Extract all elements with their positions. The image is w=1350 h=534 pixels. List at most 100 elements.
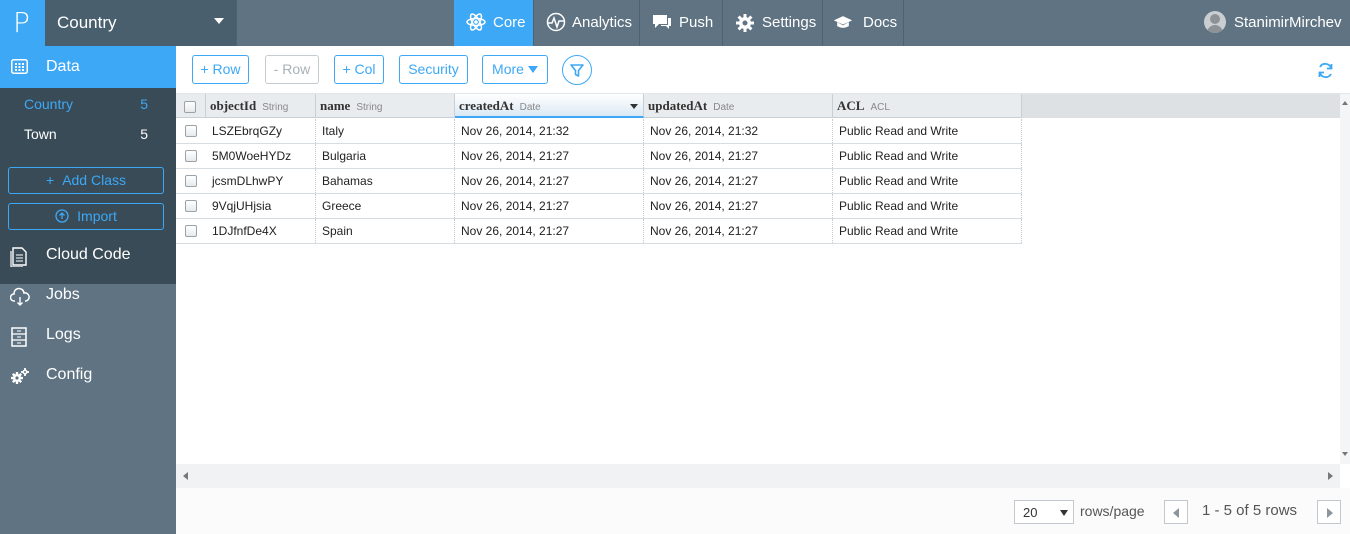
scroll-up-arrow-icon[interactable]	[1342, 101, 1348, 105]
scroll-right-arrow-icon[interactable]	[1328, 472, 1333, 480]
cell-updatedat[interactable]: Nov 26, 2014, 21:27	[644, 194, 833, 218]
row-checkbox[interactable]	[185, 200, 197, 212]
row-checkbox[interactable]	[185, 125, 197, 137]
horizontal-scrollbar[interactable]	[176, 464, 1340, 488]
class-item-town[interactable]: Town 5	[0, 119, 176, 149]
sidebar-item-jobs[interactable]: Jobs	[0, 277, 176, 317]
cell-acl[interactable]: Public Read and Write	[833, 194, 1022, 218]
cell-createdat[interactable]: Nov 26, 2014, 21:32	[455, 119, 644, 143]
more-button[interactable]: More	[482, 55, 548, 84]
divider	[236, 0, 237, 46]
column-header-acl[interactable]: ACL ACL	[833, 94, 1022, 118]
row-checkbox[interactable]	[185, 150, 197, 162]
nav-tab-settings[interactable]: Settings	[723, 0, 822, 46]
column-header-createdat[interactable]: createdAt Date	[455, 94, 644, 118]
scroll-left-arrow-icon[interactable]	[183, 472, 188, 480]
sidebar-item-config[interactable]: Config	[0, 357, 176, 397]
column-type: Date	[519, 102, 541, 113]
cell-updatedat[interactable]: Nov 26, 2014, 21:27	[644, 169, 833, 193]
cell-updatedat[interactable]: Nov 26, 2014, 21:27	[644, 219, 833, 243]
column-header-objectid[interactable]: objectId String	[206, 94, 316, 118]
cell-createdat[interactable]: Nov 26, 2014, 21:27	[455, 194, 644, 218]
app-selector[interactable]: Country	[45, 0, 236, 46]
cell-createdat[interactable]: Nov 26, 2014, 21:27	[455, 219, 644, 243]
sidebar-item-logs[interactable]: Logs	[0, 317, 176, 357]
nav-tab-core[interactable]: Core	[454, 0, 533, 46]
previous-page-button[interactable]	[1164, 500, 1188, 524]
sidebar-item-label: Logs	[46, 326, 81, 343]
table-row[interactable]: 9VqjUHjsia Greece Nov 26, 2014, 21:27 No…	[176, 194, 1022, 219]
class-item-country[interactable]: Country 5	[0, 89, 176, 119]
sidebar-item-label: Config	[46, 366, 93, 383]
row-checkbox[interactable]	[185, 225, 197, 237]
cell-name[interactable]: Greece	[316, 194, 455, 218]
cell-createdat[interactable]: Nov 26, 2014, 21:27	[455, 169, 644, 193]
import-button[interactable]: Import	[8, 203, 164, 230]
security-button[interactable]: Security	[399, 55, 468, 84]
column-name: name	[320, 98, 351, 113]
user-menu[interactable]: StanimirMirchev	[1204, 0, 1342, 46]
column-header-updatedat[interactable]: updatedAt Date	[644, 94, 833, 118]
vertical-scrollbar[interactable]	[1340, 94, 1350, 464]
data-toolbar: + Row - Row + Col Security More	[176, 46, 1350, 94]
column-name: ACL	[837, 98, 865, 113]
sidebar-item-cloud-code[interactable]: Cloud Code	[0, 237, 176, 277]
atom-icon	[466, 13, 486, 31]
pagination-footer: 20 rows/page 1 - 5 of 5 rows	[176, 488, 1350, 534]
nav-tab-docs[interactable]: Docs	[823, 0, 903, 46]
add-row-button[interactable]: + Row	[192, 55, 249, 84]
scroll-down-arrow-icon[interactable]	[1342, 452, 1348, 456]
funnel-icon	[570, 64, 584, 77]
refresh-icon[interactable]	[1317, 62, 1334, 79]
cell-objectid[interactable]: jcsmDLhwPY	[206, 169, 316, 193]
class-name: Town	[24, 126, 57, 142]
add-class-button[interactable]: + Add Class	[8, 167, 164, 194]
cell-createdat[interactable]: Nov 26, 2014, 21:27	[455, 144, 644, 168]
cell-acl[interactable]: Public Read and Write	[833, 219, 1022, 243]
cell-objectid[interactable]: 5M0WoeHYDz	[206, 144, 316, 168]
header-filler	[1022, 94, 1340, 118]
cell-name[interactable]: Italy	[316, 119, 455, 143]
sidebar-item-label: Jobs	[46, 286, 80, 303]
column-header-name[interactable]: name String	[316, 94, 455, 118]
nav-tab-analytics[interactable]: Analytics	[534, 0, 639, 46]
grid-icon	[11, 59, 28, 74]
nav-tab-label: Docs	[863, 14, 898, 31]
filter-button[interactable]	[562, 55, 592, 85]
avatar	[1204, 11, 1226, 33]
sidebar-item-data[interactable]: Data	[0, 46, 176, 88]
cell-name[interactable]: Bulgaria	[316, 144, 455, 168]
rows-per-page-select[interactable]: 20	[1014, 500, 1074, 524]
table-row[interactable]: 5M0WoeHYDz Bulgaria Nov 26, 2014, 21:27 …	[176, 144, 1022, 169]
caret-down-icon	[527, 66, 538, 73]
cell-acl[interactable]: Public Read and Write	[833, 144, 1022, 168]
cell-objectid[interactable]: 9VqjUHjsia	[206, 194, 316, 218]
add-col-button[interactable]: + Col	[334, 55, 384, 84]
graduation-cap-icon	[833, 16, 853, 28]
document-icon	[10, 247, 27, 267]
cell-name[interactable]: Spain	[316, 219, 455, 243]
nav-tab-label: Settings	[762, 14, 817, 31]
divider	[903, 0, 904, 46]
row-checkbox[interactable]	[185, 175, 197, 187]
cell-acl[interactable]: Public Read and Write	[833, 119, 1022, 143]
cell-objectid[interactable]: 1DJfnfDe4X	[206, 219, 316, 243]
table-row[interactable]: LSZEbrqGZy Italy Nov 26, 2014, 21:32 Nov…	[176, 119, 1022, 144]
caret-down-icon	[1060, 510, 1068, 516]
cell-acl[interactable]: Public Read and Write	[833, 169, 1022, 193]
table-row[interactable]: 1DJfnfDe4X Spain Nov 26, 2014, 21:27 Nov…	[176, 219, 1022, 244]
table-row[interactable]: jcsmDLhwPY Bahamas Nov 26, 2014, 21:27 N…	[176, 169, 1022, 194]
parse-logo[interactable]: P	[0, 0, 45, 46]
nav-tab-label: Push	[679, 14, 714, 31]
caret-down-icon	[214, 18, 224, 24]
sort-descending-icon	[630, 104, 638, 109]
cell-updatedat[interactable]: Nov 26, 2014, 21:27	[644, 144, 833, 168]
select-all-checkbox[interactable]	[184, 101, 196, 113]
nav-tab-label: Analytics	[572, 14, 633, 31]
cell-updatedat[interactable]: Nov 26, 2014, 21:32	[644, 119, 833, 143]
cell-name[interactable]: Bahamas	[316, 169, 455, 193]
nav-tab-push[interactable]: Push	[640, 0, 722, 46]
next-page-button[interactable]	[1317, 500, 1341, 524]
remove-row-button[interactable]: - Row	[265, 55, 319, 84]
cell-objectid[interactable]: LSZEbrqGZy	[206, 119, 316, 143]
